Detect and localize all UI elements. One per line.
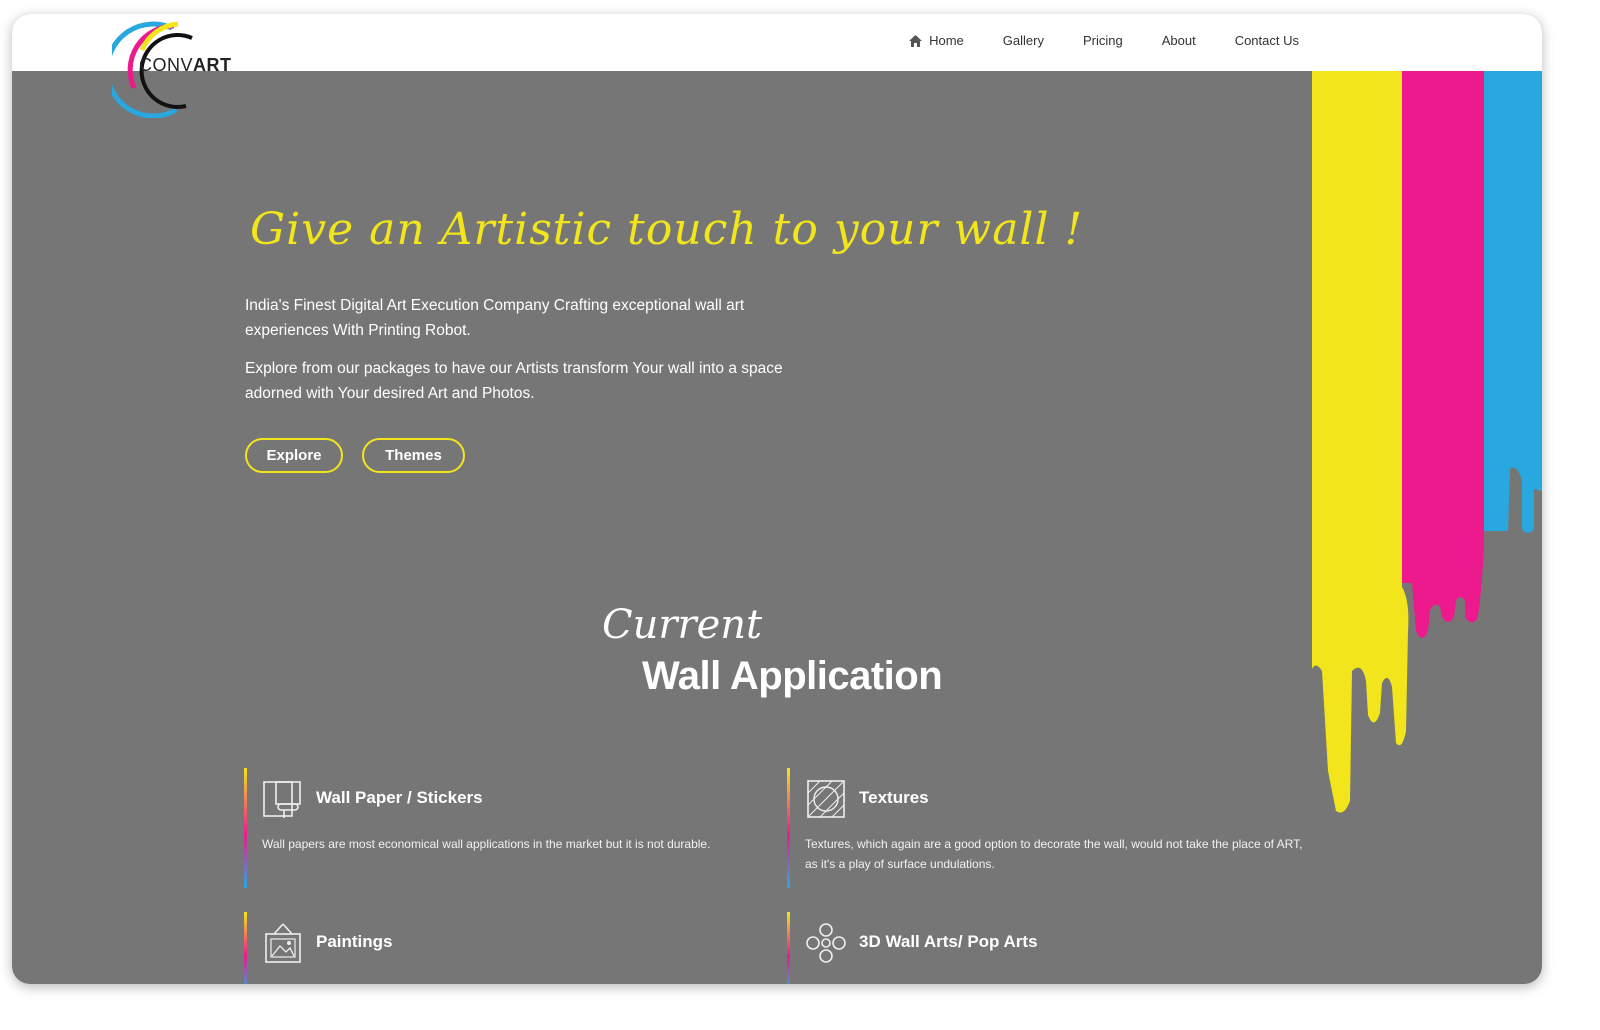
hero-title: Give an Artistic touch to your wall ! — [250, 204, 1084, 255]
brand-logo[interactable]: CONVART Beyond printing — [112, 18, 242, 118]
hero-paragraph-2: Explore from our packages to have our Ar… — [245, 360, 783, 402]
nav-home-label: Home — [929, 33, 964, 48]
texture-icon — [807, 780, 845, 818]
themes-button[interactable]: Themes — [362, 438, 465, 473]
paint-drips-decoration — [1312, 71, 1542, 813]
card-accent-bar — [787, 768, 790, 888]
main-nav: Home Gallery Pricing About Contact Us — [909, 33, 1299, 48]
nav-about[interactable]: About — [1162, 33, 1196, 48]
home-icon — [909, 34, 923, 47]
card-accent-bar — [787, 912, 790, 984]
hero-paragraph-1: India's Finest Digital Art Execution Com… — [245, 297, 745, 339]
wallpaper-icon — [263, 781, 301, 818]
nav-contact[interactable]: Contact Us — [1235, 33, 1299, 48]
explore-button[interactable]: Explore — [245, 438, 343, 473]
painting-icon — [265, 923, 301, 963]
logo-wordmark: CONVART — [139, 55, 232, 75]
section-script-heading: Current — [602, 602, 763, 648]
nav-pricing[interactable]: Pricing — [1083, 33, 1123, 48]
card-description: Wall papers are most economical wall app… — [262, 837, 711, 851]
3d-art-icon — [806, 923, 846, 963]
card-description: Textures, which again are a good option … — [805, 837, 1303, 871]
section-title: Wall Application — [642, 654, 943, 698]
card-title: Wall Paper / Stickers — [316, 788, 483, 807]
card-title: Paintings — [316, 932, 393, 951]
card-accent-bar — [244, 768, 247, 888]
card-title: 3D Wall Arts/ Pop Arts — [859, 932, 1038, 951]
card-accent-bar — [244, 912, 247, 984]
logo-tagline: Beyond printing — [158, 76, 200, 82]
browser-page: Home Gallery Pricing About Contact Us CO… — [12, 14, 1542, 984]
card-title: Textures — [859, 788, 929, 807]
nav-home[interactable]: Home — [909, 33, 964, 48]
nav-gallery[interactable]: Gallery — [1003, 33, 1044, 48]
